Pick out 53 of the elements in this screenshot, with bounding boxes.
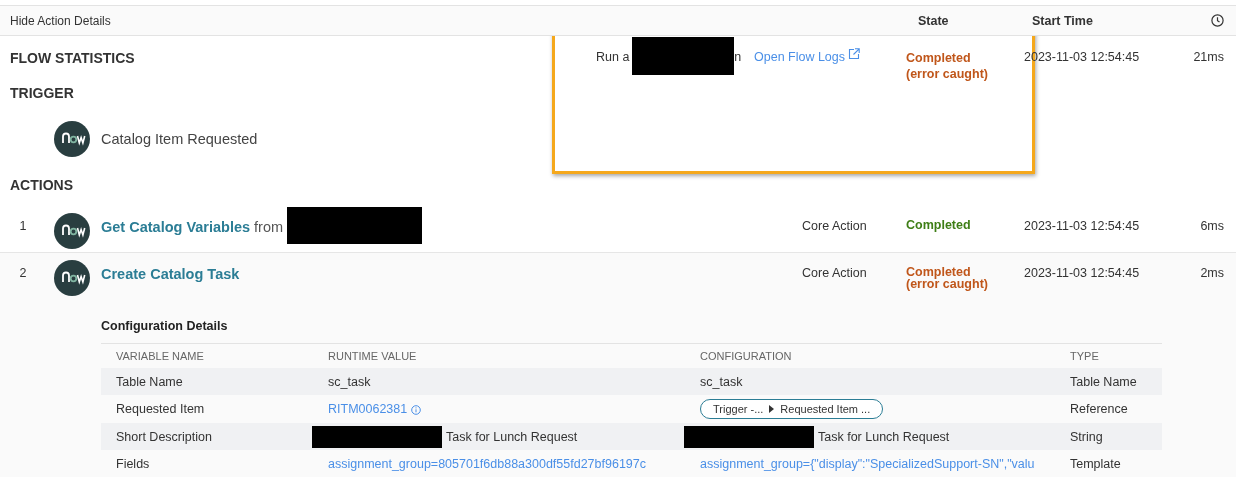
run-as-text: n: [734, 50, 742, 64]
now-logo-icon: [54, 260, 90, 296]
table-cell-text: Short Description: [116, 429, 213, 444]
action-source-text: from: [254, 219, 284, 235]
action-title-link[interactable]: Get Catalog Variables: [101, 219, 251, 235]
value-link[interactable]: assignment_group={"display":"SpecializedSupport-SN","valu: [700, 457, 1035, 471]
run-as-text: Run a: [596, 50, 630, 64]
value-link[interactable]: assignment_group=805701f6db88a300df55fd27bf96197c: [328, 457, 646, 471]
table-cell-text: Reference: [1070, 402, 1129, 416]
now-logo-icon: [54, 121, 90, 157]
action-title-link[interactable]: Create Catalog Task: [101, 266, 240, 282]
table-cell-text: Requested Item: [116, 402, 206, 416]
table-cell-text: Template: [1070, 457, 1122, 471]
column-header: CONFIGURATION: [700, 350, 793, 362]
table-cell-text: sc_task: [328, 374, 372, 389]
status-text: Completed: [906, 219, 972, 231]
action-type: Core Action: [802, 266, 868, 280]
column-header: State: [917, 13, 950, 28]
column-header: TYPE: [1070, 350, 1100, 362]
table-cell: Task for Lunch Request: [446, 429, 578, 444]
table-cell-text: Fields: [116, 457, 151, 471]
section-heading: TRIGGER: [9, 84, 75, 103]
start-time: 2023-11-03 12:54:45: [1024, 219, 1141, 233]
start-time: 2023-11-03 12:54:45: [1024, 266, 1141, 280]
section-heading: FLOW STATISTICS: [10, 50, 135, 66]
open-flow-logs-link[interactable]: Open Flow Logs: [754, 50, 906, 64]
trigger-name: Catalog Item Requested: [101, 131, 258, 147]
table-cell: Task for Lunch Request: [818, 429, 950, 444]
step-number: 1: [18, 219, 28, 233]
info-icon: [411, 405, 422, 415]
clock-icon: [1211, 14, 1224, 27]
details-heading: Configuration Details: [101, 319, 229, 333]
column-header: RUNTIME VALUE: [328, 350, 418, 362]
value-link[interactable]: RITM0062381: [328, 402, 408, 416]
status-text: Completed (error caught): [906, 266, 989, 290]
duration: 2ms: [1199, 266, 1224, 280]
table-cell-text: sc_task: [700, 374, 744, 389]
hide-details-link[interactable]: Hide Action Details: [10, 13, 111, 28]
external-link-icon: [848, 48, 861, 60]
column-header: Start Time: [1031, 13, 1094, 28]
table-cell-text: Table Name: [116, 374, 184, 389]
now-logo-icon: [54, 213, 90, 249]
section-heading: ACTIONS: [9, 176, 74, 195]
step-number: 2: [18, 266, 28, 280]
duration: 6ms: [1199, 219, 1224, 233]
column-header: VARIABLE NAME: [116, 350, 205, 362]
caret-icon: [769, 405, 775, 413]
action-type: Core Action: [802, 219, 868, 233]
table-cell-text: Table Name: [1070, 374, 1138, 389]
data-pill[interactable]: Trigger -... Requested Item ...: [700, 399, 884, 419]
table-cell-text: String: [1070, 429, 1104, 444]
status-text: Completed (error caught): [906, 50, 989, 82]
duration: 21ms: [1192, 50, 1224, 64]
